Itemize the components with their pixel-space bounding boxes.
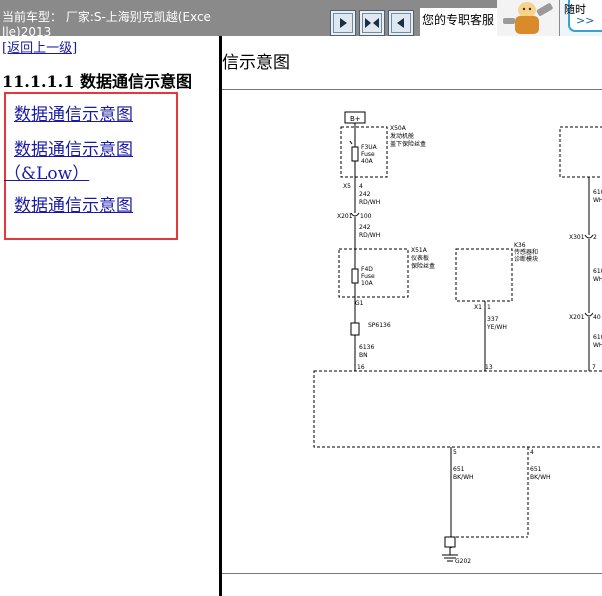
label-x51a: X51A [411, 247, 428, 254]
right-info-panel: 随时 >> [560, 0, 602, 36]
label-f4d: F4D [361, 266, 373, 273]
label-rdwh-b: RD/WH [359, 232, 380, 239]
diagram-content: 信示意图 B+ X50A 发动机舱 盖下保险丝盒 F3UA Fuse 40A X… [222, 36, 602, 596]
label-pin7: 7 [592, 364, 596, 371]
label-pin16: 16 [357, 364, 365, 371]
label-x50a: X50A [390, 125, 407, 132]
label-x201b-pin: 40 [593, 314, 601, 321]
label-w6136: 6136 [359, 344, 374, 351]
label-x51a-desc1: 仪表板 [411, 254, 429, 262]
label-w242a: 242 [359, 191, 371, 198]
section-heading: 11.1.1.1 数据通信示意图 [2, 72, 192, 91]
label-amp2: 10A [361, 280, 374, 287]
label-w651b: 651 [530, 466, 542, 473]
label-pin5: 5 [453, 449, 457, 456]
label-wh-a: WH [593, 197, 602, 204]
split-view-button[interactable] [359, 10, 385, 36]
label-rdwh-a: RD/WH [359, 199, 380, 206]
diagram-title: 信示意图 [222, 53, 290, 73]
doc-link-1[interactable]: 数据通信示意图 [14, 100, 133, 125]
doc-link-2[interactable]: 数据通信示意图 [14, 135, 133, 160]
assistant-banner: 您的专职客服 [420, 8, 500, 36]
label-amp1: 40A [361, 158, 374, 165]
back-link[interactable]: [返回上一级] [2, 37, 77, 56]
label-x50a-desc2: 盖下保险丝盒 [390, 140, 426, 148]
label-sp6136: SP6136 [368, 322, 391, 329]
label-w651a: 651 [453, 466, 465, 473]
label-g202: G202 [455, 558, 471, 565]
label-bkwh-b: BK/WH [530, 474, 551, 481]
label-fuse2: Fuse [361, 273, 375, 280]
page-nav-toolbar [330, 10, 414, 36]
next-page-button[interactable] [388, 10, 414, 36]
split-arrows-icon [365, 18, 379, 28]
label-x201a-pin: 100 [360, 213, 372, 220]
label-x5: X5 [343, 183, 351, 190]
label-pin4: 4 [530, 449, 534, 456]
arrow-right-icon [340, 18, 347, 28]
assistant-text: 您的专职客服 [422, 13, 495, 27]
label-bn: BN [359, 352, 368, 359]
label-f3ua: F3UA [361, 144, 378, 151]
label-x1-pin: 1 [487, 304, 491, 311]
label-w610b: 610 [593, 268, 602, 275]
label-g1: G1 [355, 300, 364, 307]
label-bkwh-a: BK/WH [453, 474, 474, 481]
label-x301-pin: 2 [593, 234, 597, 241]
label-x1: X1 [474, 304, 482, 311]
doc-link-3[interactable]: 数据通信示意图 [14, 191, 133, 216]
label-yewh: YE/WH [486, 324, 507, 331]
label-w610c: 610 [593, 334, 602, 341]
label-x301: X301 [569, 234, 585, 241]
label-pin13: 13 [485, 364, 493, 371]
doc-link-2-suffix[interactable]: （&Low） [4, 159, 89, 184]
wiring-diagram: B+ X50A 发动机舱 盖下保险丝盒 F3UA Fuse 40A X5 4 2… [313, 111, 602, 565]
label-x201b: X201 [569, 314, 585, 321]
label-x50a-desc1: 发动机舱 [390, 132, 414, 140]
label-w610a: 610 [593, 189, 602, 196]
label-w337: 337 [487, 316, 499, 323]
label-x51a-desc2: 保险丝盒 [411, 262, 435, 270]
right-panel-link[interactable]: >> [576, 14, 594, 27]
label-k36-desc2: 诊断模块 [514, 255, 538, 263]
top-header-bar: 当前车型： 厂家:S-上海别克凯越(Excelle)2013 您的专职客服 随时… [0, 0, 602, 39]
label-k36: K36 [514, 242, 526, 249]
label-x5-pin: 4 [359, 183, 363, 190]
label-k36-desc1: 传感器和 [514, 248, 538, 256]
mascot-icon [497, 0, 559, 36]
label-bplus: B+ [350, 115, 361, 123]
label-w242b: 242 [359, 224, 371, 231]
prev-page-button[interactable] [330, 10, 356, 36]
label-x201a: X201 [337, 213, 353, 220]
diagram-frame: B+ X50A 发动机舱 盖下保险丝盒 F3UA Fuse 40A X5 4 2… [222, 89, 602, 574]
label-fuse1: Fuse [361, 151, 375, 158]
label-wh-b: WH [593, 276, 602, 283]
arrow-left-icon [397, 18, 404, 28]
label-wh-c: WH [593, 342, 602, 349]
left-nav-panel: [返回上一级] 11.1.1.1 数据通信示意图 数据通信示意图 数据通信示意图… [0, 36, 219, 596]
